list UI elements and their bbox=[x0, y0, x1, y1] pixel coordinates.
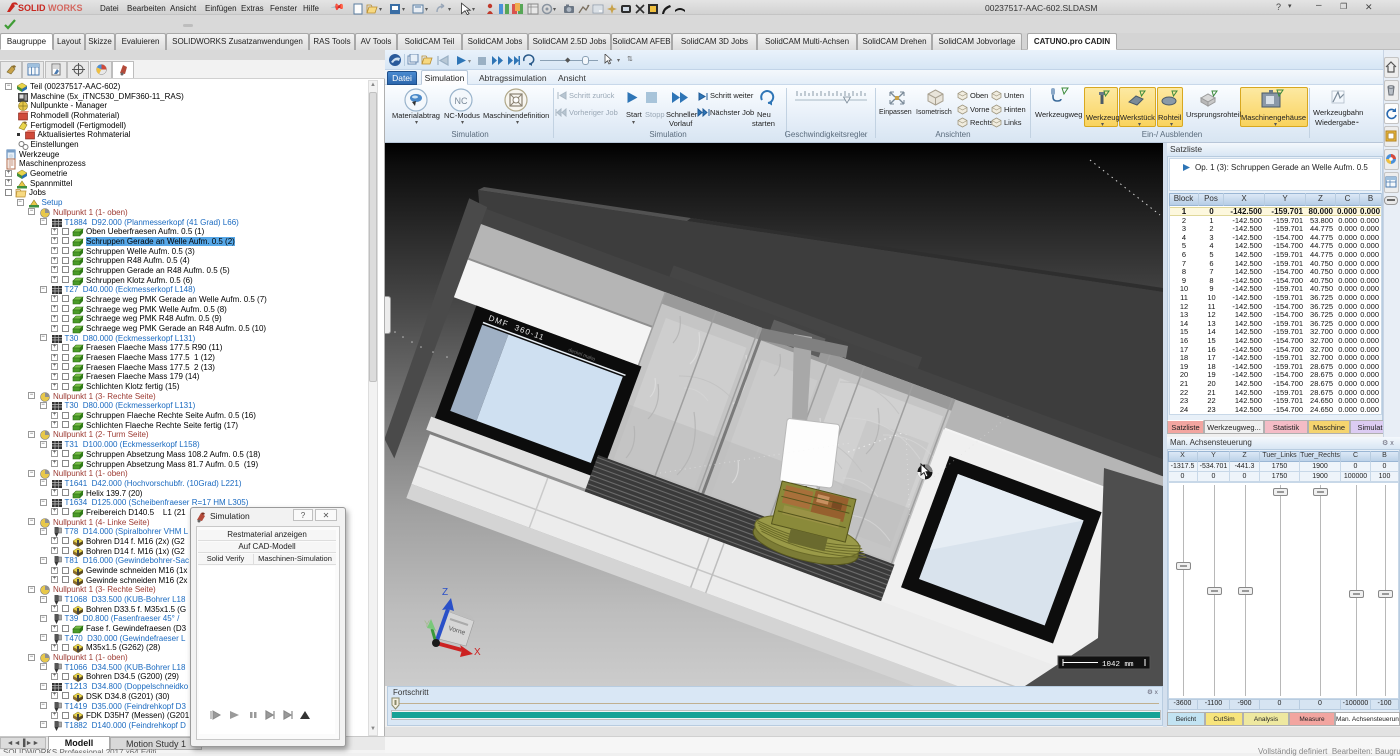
svg-text:1042 mm: 1042 mm bbox=[1102, 661, 1134, 669]
svg-text:X: X bbox=[474, 647, 481, 658]
svg-text:Z: Z bbox=[442, 587, 448, 598]
svg-text:SOLID: SOLID bbox=[18, 3, 46, 13]
svg-text:Y: Y bbox=[424, 619, 430, 629]
svg-text:WORKS: WORKS bbox=[48, 3, 83, 13]
svg-text:NC: NC bbox=[455, 96, 468, 106]
